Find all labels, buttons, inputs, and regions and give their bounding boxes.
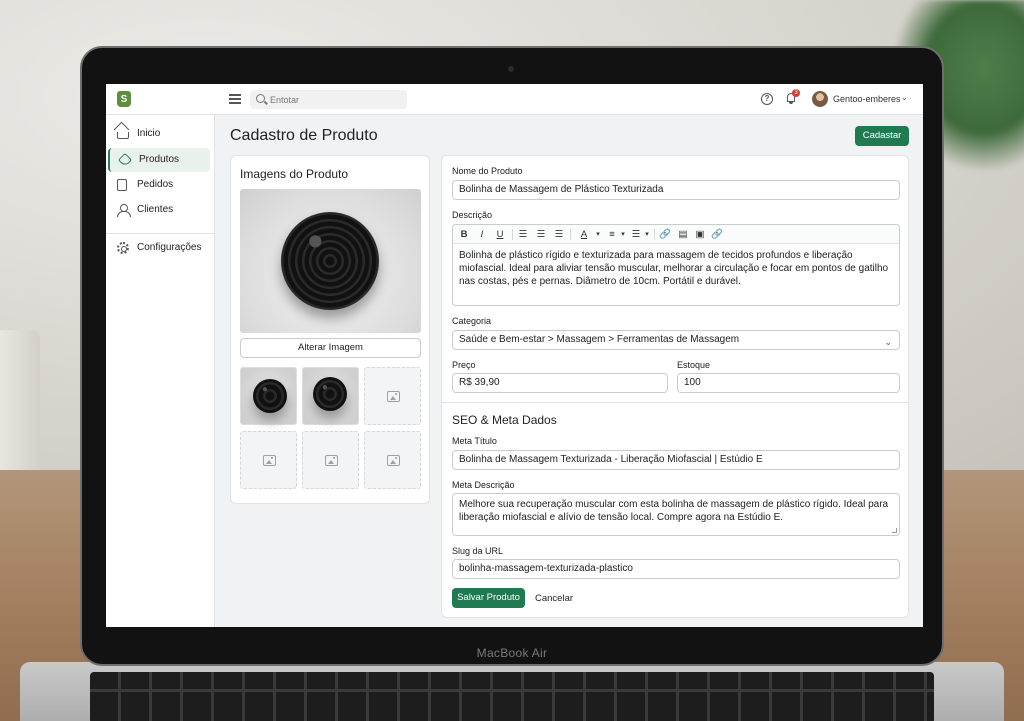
- numbered-list-icon[interactable]: ☰: [534, 228, 548, 241]
- description-label: Descrição: [452, 210, 493, 220]
- laptop-model-label: MacBook Air: [476, 646, 548, 660]
- sidebar-item-label: Clientes: [137, 204, 174, 215]
- category-select[interactable]: Saúde e Bem-estar > Massagem > Ferrament…: [452, 330, 900, 350]
- home-icon: [117, 132, 129, 139]
- italic-button[interactable]: I: [476, 228, 488, 241]
- chevron-down-icon[interactable]: ▾: [594, 228, 602, 241]
- search-bar[interactable]: [250, 90, 407, 109]
- change-image-button[interactable]: Alterar Imagem: [240, 338, 421, 358]
- thumbnail-empty[interactable]: [364, 431, 421, 489]
- sidebar-item-label: Produtos: [139, 154, 180, 165]
- sidebar-item-label: Configurações: [137, 242, 202, 253]
- stock-label: Estoque: [677, 360, 711, 370]
- seo-section-title: SEO & Meta Dados: [452, 413, 557, 427]
- toolbar-separator: [654, 229, 655, 240]
- align-icon[interactable]: ≡: [605, 228, 619, 241]
- chevron-down-icon: ⌄: [884, 337, 892, 347]
- thumbnail-empty[interactable]: [302, 431, 359, 489]
- slug-label: Slug da URL: [452, 546, 504, 556]
- chevron-down-icon[interactable]: ⌄: [901, 93, 908, 102]
- menu-icon[interactable]: [229, 94, 241, 104]
- thumbnail-empty[interactable]: [364, 367, 421, 425]
- thumbnail-2[interactable]: [302, 367, 359, 425]
- link-icon[interactable]: 🔗: [658, 228, 672, 241]
- meta-description-textarea[interactable]: Melhore sua recuperação muscular com est…: [452, 493, 900, 536]
- bold-button[interactable]: B: [458, 228, 470, 241]
- sidebar-item-clientes[interactable]: Clientes: [108, 198, 210, 222]
- category-value: Saúde e Bem-estar > Massagem > Ferrament…: [459, 334, 740, 345]
- sidebar-item-inicio[interactable]: Inicio: [108, 122, 210, 146]
- product-images-card: Imagens do Produto Alterar Imagem: [230, 155, 430, 504]
- section-divider: [442, 402, 908, 403]
- cadastrar-button[interactable]: Cadastar: [855, 126, 909, 146]
- toolbar-separator: [512, 229, 513, 240]
- meta-title-input[interactable]: Bolinha de Massagem Texturizada - Libera…: [452, 450, 900, 470]
- help-icon[interactable]: ?: [761, 93, 773, 105]
- search-input[interactable]: [270, 93, 400, 106]
- sidebar-item-pedidos[interactable]: Pedidos: [108, 173, 210, 197]
- underline-button[interactable]: U: [494, 228, 506, 241]
- user-icon: [117, 204, 131, 217]
- checklist-icon[interactable]: ☰: [552, 228, 566, 241]
- image-placeholder-icon: [325, 455, 338, 466]
- sidebar-item-label: Inicio: [137, 128, 161, 139]
- massage-ball-image: [281, 212, 379, 310]
- meta-title-label: Meta Título: [452, 436, 497, 446]
- search-icon: [256, 94, 265, 103]
- notification-badge: 3: [792, 89, 800, 97]
- bullet-list-icon[interactable]: ☰: [516, 228, 530, 241]
- shop-logo-icon[interactable]: S: [117, 91, 131, 107]
- text-color-button[interactable]: A: [574, 228, 594, 241]
- thumbnail-empty[interactable]: [240, 431, 297, 489]
- unlink-icon[interactable]: 🔗: [710, 228, 724, 241]
- image-placeholder-icon: [387, 391, 400, 402]
- sidebar-divider: [106, 233, 215, 234]
- price-label: Preço: [452, 360, 476, 370]
- product-name-input[interactable]: Bolinha de Massagem de Plástico Texturiz…: [452, 180, 900, 200]
- table-icon[interactable]: ▤: [676, 228, 690, 241]
- list-options-icon[interactable]: ☰: [629, 228, 643, 241]
- product-form-card: Nome do Produto Bolinha de Massagem de P…: [441, 155, 909, 618]
- main-product-image[interactable]: [240, 189, 421, 333]
- thumbnail-1[interactable]: [240, 367, 297, 425]
- image-placeholder-icon: [387, 455, 400, 466]
- images-card-title: Imagens do Produto: [240, 167, 349, 181]
- category-label: Categoria: [452, 316, 492, 326]
- save-product-button[interactable]: Salvar Produto: [452, 588, 525, 608]
- massage-ball-thumbnail: [313, 377, 347, 411]
- webcam: [508, 66, 514, 72]
- editor-toolbar: B I U ☰ ☰ ☰ A ▾ ≡ ▾ ☰ ▾ 🔗 ▤ ▣ 🔗: [453, 225, 899, 244]
- meta-description-label: Meta Descrição: [452, 480, 515, 490]
- chevron-down-icon[interactable]: ▾: [643, 228, 651, 241]
- top-bar: S ? 3 Gentoo-emberes ⌄: [106, 84, 923, 115]
- chevron-down-icon[interactable]: ▾: [619, 228, 627, 241]
- clipboard-icon: [117, 179, 127, 191]
- price-input[interactable]: R$ 39,90: [452, 373, 668, 393]
- avatar[interactable]: [812, 91, 828, 107]
- laptop-keyboard: [90, 672, 934, 721]
- sidebar: Inicio Produtos Pedidos Clientes Configu…: [106, 115, 215, 627]
- background-vase: [0, 330, 40, 470]
- meta-description-text: Melhore sua recuperação muscular com est…: [459, 499, 889, 523]
- user-name[interactable]: Gentoo-emberes: [833, 94, 901, 104]
- sidebar-item-label: Pedidos: [137, 179, 174, 190]
- gear-icon: [117, 242, 129, 254]
- description-editor: B I U ☰ ☰ ☰ A ▾ ≡ ▾ ☰ ▾ 🔗 ▤ ▣ 🔗 Bolinha …: [452, 224, 900, 306]
- description-text[interactable]: Bolinha de plástico rígido e texturizada…: [459, 249, 893, 288]
- slug-input[interactable]: bolinha-massagem-texturizada-plastico: [452, 559, 900, 579]
- image-placeholder-icon: [263, 455, 276, 466]
- tag-icon: [117, 152, 133, 168]
- image-icon[interactable]: ▣: [693, 228, 707, 241]
- toolbar-separator: [570, 229, 571, 240]
- sidebar-item-configuracoes[interactable]: Configurações: [108, 236, 210, 260]
- massage-ball-thumbnail: [253, 379, 287, 413]
- name-label: Nome do Produto: [452, 166, 523, 176]
- resize-handle[interactable]: [892, 528, 897, 533]
- stock-input[interactable]: 100: [677, 373, 900, 393]
- page-title: Cadastro de Produto: [230, 127, 378, 144]
- cancel-button[interactable]: Cancelar: [535, 593, 573, 604]
- app-screen: S ? 3 Gentoo-emberes ⌄ Inicio Produtos P…: [106, 84, 923, 627]
- sidebar-item-produtos[interactable]: Produtos: [108, 148, 210, 172]
